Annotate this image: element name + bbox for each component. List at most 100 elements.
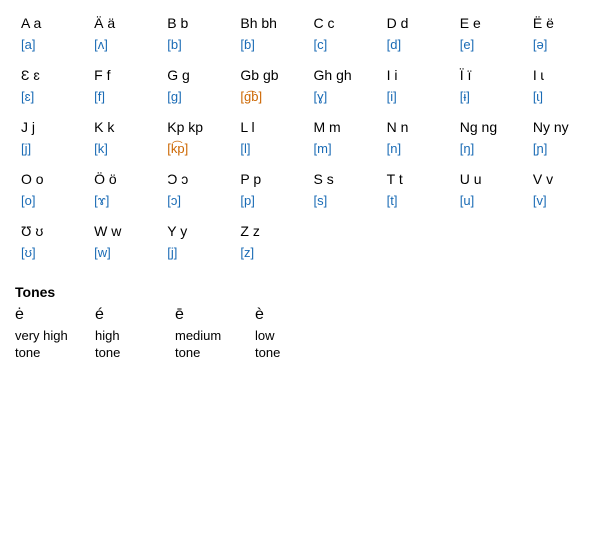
alphabet-cell: Ny ny[ɲ]	[527, 114, 600, 166]
ipa-symbol: [d]	[387, 36, 401, 54]
ipa-symbol: [ɣ]	[314, 88, 328, 106]
alphabet-letter: Ï ï	[460, 66, 472, 86]
ipa-symbol: [g͡b]	[240, 88, 262, 106]
ipa-symbol: [ɛ]	[21, 88, 34, 106]
alphabet-cell: W w [w]	[88, 218, 161, 270]
alphabet-cell: Ɔ ɔ[ɔ]	[161, 166, 234, 218]
alphabet-letter: U u	[460, 170, 482, 190]
ipa-symbol: [ɩ]	[533, 88, 543, 106]
ipa-symbol: [t]	[387, 192, 398, 210]
alphabet-cell: M m[m]	[308, 114, 381, 166]
alphabet-cell: Ng ng[ŋ]	[454, 114, 527, 166]
tone-letter: ē	[175, 306, 184, 324]
tone-label: mediumtone	[175, 328, 221, 362]
alphabet-grid: A a[a]Ä ä[ʌ]B b[b]Bh bh[ɓ]C c[c]D d[d]E …	[15, 10, 600, 270]
ipa-symbol: [z]	[240, 244, 254, 262]
alphabet-letter: T t	[387, 170, 403, 190]
tones-row: ėvery hightoneéhightoneēmediumtoneèlowto…	[15, 306, 600, 362]
alphabet-cell	[527, 218, 600, 270]
alphabet-cell: V v[v]	[527, 166, 600, 218]
alphabet-cell: E e [e]	[454, 10, 527, 62]
alphabet-cell: P p[p]	[234, 166, 307, 218]
alphabet-cell: K k [k]	[88, 114, 161, 166]
alphabet-letter: E e	[460, 14, 481, 34]
alphabet-letter: Gb gb	[240, 66, 278, 86]
alphabet-cell: S s [s]	[308, 166, 381, 218]
tones-section: Tones ėvery hightoneéhightoneēmediumtone…	[15, 280, 600, 362]
alphabet-cell: Ʊ ʊ [ʊ]	[15, 218, 88, 270]
alphabet-cell: C c [c]	[308, 10, 381, 62]
ipa-symbol: [b]	[167, 36, 181, 54]
ipa-symbol: [ʌ]	[94, 36, 108, 54]
ipa-symbol: [n]	[387, 140, 401, 158]
alphabet-letter: F f	[94, 66, 110, 86]
alphabet-letter: Ö ö	[94, 170, 117, 190]
ipa-symbol: [f]	[94, 88, 105, 106]
alphabet-cell: Ï ï [ɨ]	[454, 62, 527, 114]
ipa-symbol: [l]	[240, 140, 250, 158]
alphabet-letter: C c	[314, 14, 335, 34]
alphabet-cell: I ɩ[ɩ]	[527, 62, 600, 114]
alphabet-letter: K k	[94, 118, 114, 138]
alphabet-cell: L l[l]	[234, 114, 307, 166]
ipa-symbol: [c]	[314, 36, 328, 54]
alphabet-cell: F f [f]	[88, 62, 161, 114]
alphabet-letter: W w	[94, 222, 121, 242]
alphabet-cell: Bh bh[ɓ]	[234, 10, 307, 62]
alphabet-cell: Ö ö [ɤ]	[88, 166, 161, 218]
alphabet-cell: N n [n]	[381, 114, 454, 166]
ipa-symbol: [j]	[167, 244, 177, 262]
alphabet-letter: G g	[167, 66, 190, 86]
alphabet-letter: I i	[387, 66, 398, 86]
ipa-symbol: [s]	[314, 192, 328, 210]
alphabet-letter: J j	[21, 118, 35, 138]
tone-label: hightone	[95, 328, 120, 362]
ipa-symbol: [k͡p]	[167, 140, 188, 158]
ipa-symbol: [w]	[94, 244, 111, 262]
tone-item: ē mediumtone	[175, 306, 255, 362]
alphabet-cell: Ä ä[ʌ]	[88, 10, 161, 62]
alphabet-cell	[308, 218, 381, 270]
alphabet-cell: I i[i]	[381, 62, 454, 114]
alphabet-cell: Gb gb [g͡b]	[234, 62, 307, 114]
alphabet-letter: Y y	[167, 222, 187, 242]
ipa-symbol: [ŋ]	[460, 140, 474, 158]
alphabet-letter: B b	[167, 14, 188, 34]
tone-letter: è	[255, 306, 264, 324]
alphabet-cell: Y y [j]	[161, 218, 234, 270]
ipa-symbol: [ɲ]	[533, 140, 547, 158]
tone-letter: é	[95, 306, 104, 324]
alphabet-letter: Ʊ ʊ	[21, 222, 43, 242]
alphabet-letter: Gh gh	[314, 66, 352, 86]
ipa-symbol: [o]	[21, 192, 35, 210]
ipa-symbol: [e]	[460, 36, 474, 54]
alphabet-letter: M m	[314, 118, 341, 138]
ipa-symbol: [v]	[533, 192, 547, 210]
tone-label: very hightone	[15, 328, 68, 362]
alphabet-cell: Ɛ ɛ[ɛ]	[15, 62, 88, 114]
alphabet-letter: N n	[387, 118, 409, 138]
alphabet-letter: A a	[21, 14, 41, 34]
alphabet-cell: A a [a]	[15, 10, 88, 62]
alphabet-letter: Kp kp	[167, 118, 203, 138]
alphabet-letter: O o	[21, 170, 44, 190]
alphabet-letter: S s	[314, 170, 334, 190]
alphabet-cell: Kp kp [k͡p]	[161, 114, 234, 166]
ipa-symbol: [ʊ]	[21, 244, 36, 262]
ipa-symbol: [ɔ]	[167, 192, 181, 210]
alphabet-cell: J j[j]	[15, 114, 88, 166]
ipa-symbol: [ɤ]	[94, 192, 109, 210]
tone-label: lowtone	[255, 328, 280, 362]
tone-item: é hightone	[95, 306, 175, 362]
alphabet-cell: O o [o]	[15, 166, 88, 218]
alphabet-cell: Ë ë[ə]	[527, 10, 600, 62]
alphabet-cell	[381, 218, 454, 270]
alphabet-cell	[454, 218, 527, 270]
ipa-symbol: [ɨ]	[460, 88, 470, 106]
alphabet-cell: T t [t]	[381, 166, 454, 218]
alphabet-cell: B b [b]	[161, 10, 234, 62]
alphabet-cell: Gh gh [ɣ]	[308, 62, 381, 114]
alphabet-cell: G g[ɡ]	[161, 62, 234, 114]
ipa-symbol: [a]	[21, 36, 35, 54]
ipa-symbol: [k]	[94, 140, 108, 158]
